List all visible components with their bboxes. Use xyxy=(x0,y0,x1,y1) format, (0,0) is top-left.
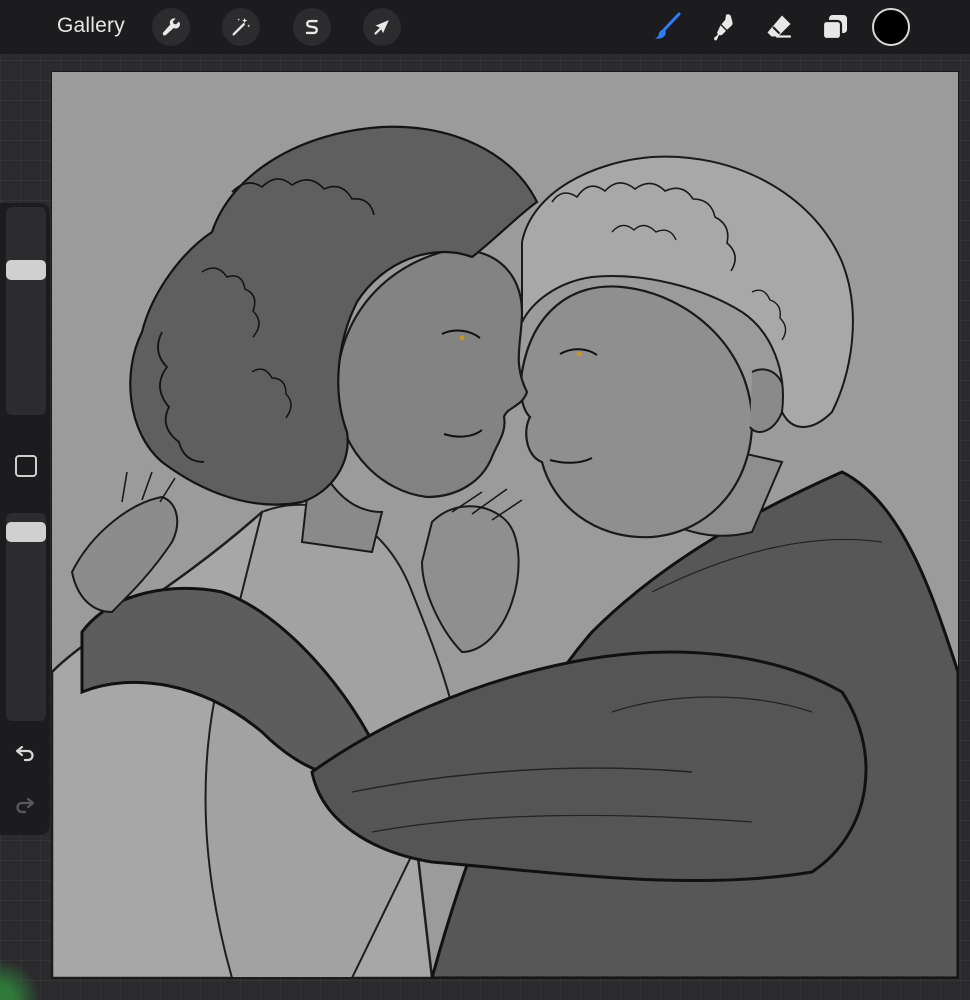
brush-button[interactable] xyxy=(648,8,686,46)
brush-size-slider[interactable] xyxy=(6,207,46,415)
opacity-handle[interactable] xyxy=(6,522,46,543)
left-sidebar xyxy=(0,203,50,835)
redo-icon[interactable] xyxy=(12,791,38,817)
layers-button[interactable] xyxy=(816,8,854,46)
brush-size-handle[interactable] xyxy=(6,259,46,280)
layers-icon xyxy=(821,15,847,41)
eraser-icon xyxy=(767,15,792,38)
actions-button[interactable] xyxy=(152,8,190,46)
magic-wand-icon xyxy=(232,17,251,36)
top-toolbar: Gallery xyxy=(0,0,970,54)
color-picker-button[interactable] xyxy=(872,8,910,46)
wrench-icon xyxy=(162,18,180,36)
gallery-button[interactable]: Gallery xyxy=(57,14,125,38)
drawing-canvas[interactable] xyxy=(52,72,958,978)
wallpaper-corner xyxy=(0,960,60,1000)
modify-square-icon[interactable] xyxy=(15,455,37,477)
arrow-cursor-icon xyxy=(374,20,389,35)
smudge-button[interactable] xyxy=(704,8,742,46)
artwork-illustration xyxy=(52,72,958,978)
selection-button[interactable] xyxy=(293,8,331,46)
eraser-button[interactable] xyxy=(760,8,798,46)
adjustments-button[interactable] xyxy=(222,8,260,46)
transform-button[interactable] xyxy=(363,8,401,46)
opacity-slider[interactable] xyxy=(6,513,46,721)
smudge-icon xyxy=(714,14,733,41)
selection-s-icon xyxy=(305,19,318,35)
brush-icon xyxy=(655,12,681,39)
undo-icon[interactable] xyxy=(12,739,38,765)
